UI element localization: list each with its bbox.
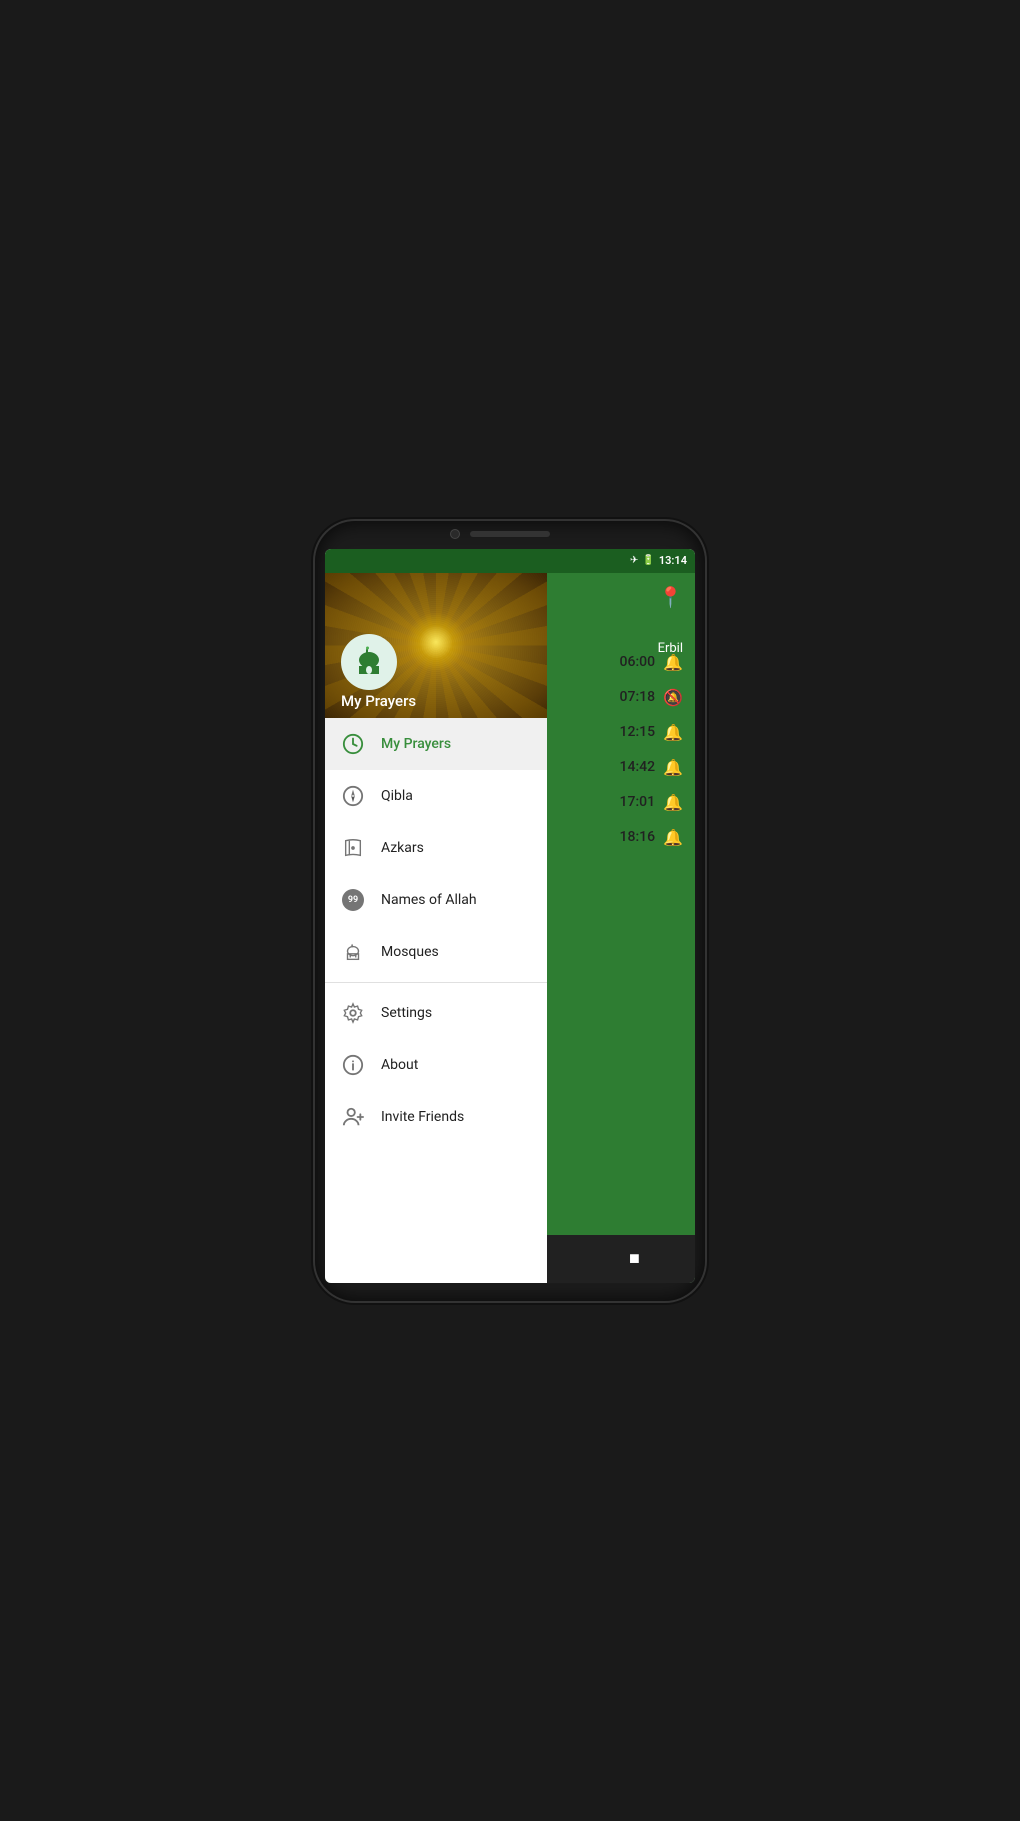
- prayer-time-4: 14:42: [620, 759, 656, 775]
- info-icon: [341, 1053, 365, 1077]
- status-icons: ✈ 🔋 13:14: [630, 554, 687, 567]
- sidebar-item-settings[interactable]: Settings: [325, 987, 547, 1039]
- prayer-time-row: 17:01 🔔: [535, 785, 695, 820]
- prayer-time-row: 18:16 🔔: [535, 820, 695, 855]
- nav-drawer: My Prayers My Prayers: [325, 573, 547, 1283]
- prayer-time-5: 17:01: [620, 794, 656, 810]
- sidebar-item-label-invite-friends: Invite Friends: [381, 1109, 464, 1125]
- badge-99-icon: 99: [341, 888, 365, 912]
- drawer-logo: [341, 634, 397, 690]
- sidebar-item-label-azkars: Azkars: [381, 840, 424, 856]
- prayer-time-row: 07:18 🔕: [535, 680, 695, 715]
- location-icon[interactable]: 📍: [658, 585, 683, 609]
- gear-icon: [341, 1001, 365, 1025]
- mosque-logo-icon: [349, 642, 389, 682]
- battery-icon: 🔋: [642, 555, 654, 566]
- drawer-header-glow: [406, 612, 466, 672]
- bell-icon-6[interactable]: 🔔: [663, 828, 683, 847]
- prayer-time-row: 14:42 🔔: [535, 750, 695, 785]
- drawer-header: My Prayers: [325, 573, 547, 718]
- phone-frame: ✈ 🔋 13:14 📍 Erbil 06:00 🔔 07:18 �: [315, 521, 705, 1301]
- phone-camera: [450, 529, 460, 539]
- prayer-time-row: 12:15 🔔: [535, 715, 695, 750]
- drawer-app-title: My Prayers: [341, 692, 416, 710]
- prayer-time-row: 06:00 🔔: [535, 645, 695, 680]
- recents-button[interactable]: ■: [629, 1248, 640, 1269]
- status-time: 13:14: [659, 554, 687, 567]
- sidebar-item-invite-friends[interactable]: Invite Friends: [325, 1091, 547, 1143]
- prayer-time-6: 18:16: [620, 829, 656, 845]
- bell-icon-4[interactable]: 🔔: [663, 758, 683, 777]
- bell-icon-1[interactable]: 🔔: [663, 653, 683, 672]
- bell-icon-2[interactable]: 🔕: [663, 688, 683, 707]
- bell-icon-3[interactable]: 🔔: [663, 723, 683, 742]
- prayer-time-1: 06:00: [620, 654, 656, 670]
- drawer-menu: My Prayers Qibla: [325, 718, 547, 1283]
- sidebar-item-label-qibla: Qibla: [381, 788, 413, 804]
- prayer-times-bg: 06:00 🔔 07:18 🔕 12:15 🔔 14:42 🔔 17:01: [535, 645, 695, 855]
- airplane-icon: ✈: [630, 555, 638, 566]
- sidebar-item-label-mosques: Mosques: [381, 944, 439, 960]
- sidebar-item-qibla[interactable]: Qibla: [325, 770, 547, 822]
- book-icon: [341, 836, 365, 860]
- sidebar-item-about[interactable]: About: [325, 1039, 547, 1091]
- sidebar-item-label-names-of-allah: Names of Allah: [381, 892, 477, 908]
- sidebar-item-label-my-prayers: My Prayers: [381, 736, 451, 752]
- person-add-icon: [341, 1105, 365, 1129]
- drawer-divider: [325, 982, 547, 983]
- sidebar-item-my-prayers[interactable]: My Prayers: [325, 718, 547, 770]
- phone-speaker: [470, 531, 550, 537]
- recents-icon: ■: [629, 1248, 640, 1269]
- badge-99-circle: 99: [342, 889, 364, 911]
- phone-screen: ✈ 🔋 13:14 📍 Erbil 06:00 🔔 07:18 �: [325, 549, 695, 1283]
- mosque-icon: [341, 940, 365, 964]
- sidebar-item-azkars[interactable]: Azkars: [325, 822, 547, 874]
- compass-icon: [341, 784, 365, 808]
- sidebar-item-names-of-allah[interactable]: 99 Names of Allah: [325, 874, 547, 926]
- sidebar-item-label-about: About: [381, 1057, 418, 1073]
- status-bar: ✈ 🔋 13:14: [325, 549, 695, 573]
- sidebar-item-label-settings: Settings: [381, 1005, 432, 1021]
- prayer-time-3: 12:15: [620, 724, 656, 740]
- prayer-time-2: 07:18: [620, 689, 656, 705]
- sidebar-item-mosques[interactable]: Mosques: [325, 926, 547, 978]
- clock-icon: [341, 732, 365, 756]
- bell-icon-5[interactable]: 🔔: [663, 793, 683, 812]
